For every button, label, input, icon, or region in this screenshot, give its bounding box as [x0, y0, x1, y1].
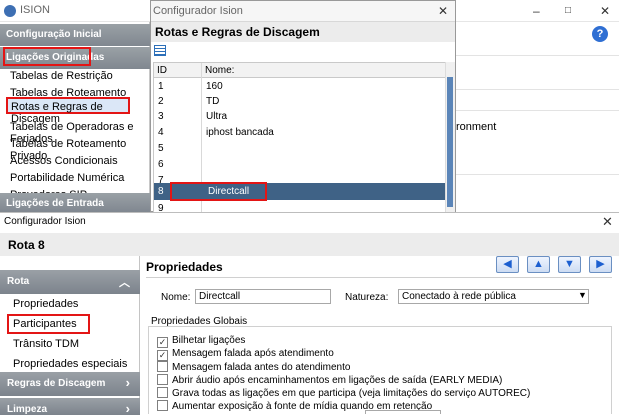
row-id: 5	[158, 143, 164, 154]
nav-section-dial-rules-label: Regras de Discagem	[7, 378, 106, 389]
nav-section-cleanup-label: Limpeza	[7, 404, 48, 415]
column-header-id[interactable]: ID	[154, 63, 202, 78]
partial-input-field[interactable]	[365, 410, 441, 414]
page-title: Rota 8	[0, 233, 619, 256]
highlight-box	[7, 314, 90, 334]
option-autorec[interactable]: Grava todas as ligações em que participa…	[157, 387, 530, 399]
row-name: Ultra	[206, 111, 228, 122]
routes-dialog-title-bar: Configurador Ision ✕	[151, 1, 455, 22]
checkbox[interactable]	[157, 387, 168, 398]
divider	[456, 89, 619, 90]
maximize-icon[interactable]: □	[565, 5, 571, 16]
sidebar-item-routes-dial-rules[interactable]: Rotas e Regras de Discagem	[6, 97, 130, 125]
highlight-box	[3, 47, 91, 66]
option-bill-calls[interactable]: ✓ Bilhetar ligações	[157, 335, 245, 348]
row-id: 4	[158, 127, 164, 138]
up-button[interactable]: ▲	[527, 256, 550, 273]
nature-select[interactable]: Conectado à rede pública	[398, 289, 589, 304]
row-id: 2	[158, 96, 164, 107]
help-icon[interactable]: ?	[592, 26, 608, 42]
main-sidebar: Configuração Inicial Ligações Originadas…	[0, 22, 150, 212]
checkbox-checked[interactable]: ✓	[157, 350, 168, 361]
checkbox[interactable]	[157, 361, 168, 372]
option-label: Bilhetar ligações	[172, 335, 246, 346]
row-id: 8	[158, 186, 164, 197]
table-icon[interactable]	[154, 45, 166, 56]
sidebar-item-restriction-tables[interactable]: Tabelas de Restrição	[10, 70, 113, 82]
routes-dialog-title: Configurador Ision	[153, 5, 243, 17]
row-name: iphost bancada	[206, 127, 274, 138]
nav-section-route-label: Rota	[7, 276, 30, 287]
option-label: Abrir áudio após encaminhamentos em liga…	[172, 375, 503, 386]
main-content-area	[456, 22, 619, 212]
divider	[456, 55, 619, 56]
checkbox[interactable]	[157, 400, 168, 411]
routes-dialog-header: Rotas e Regras de Discagem	[151, 22, 455, 42]
option-label: Mensagem falada após atendimento	[172, 348, 334, 359]
option-message-before-answer[interactable]: Mensagem falada antes do atendimento	[157, 361, 350, 373]
ision-logo-icon	[4, 5, 16, 17]
close-icon[interactable]: ✕	[438, 4, 448, 18]
nav-item-special-properties[interactable]: Propriedades especiais	[13, 358, 127, 370]
main-window-title: ISION	[20, 4, 50, 16]
option-label: Mensagem falada antes do atendimento	[172, 362, 351, 373]
column-header-name[interactable]: Nome:	[202, 63, 446, 78]
routes-dialog: Configurador Ision ✕ Rotas e Regras de D…	[150, 0, 456, 213]
row-id: 1	[158, 81, 164, 92]
nav-item-properties[interactable]: Propriedades	[13, 298, 78, 310]
name-label: Nome:	[161, 292, 191, 303]
main-window: ISION – □ ✕ Configuração Inicial Ligaçõe…	[0, 0, 619, 213]
row-id: 6	[158, 159, 164, 170]
truncated-text: ronment	[456, 121, 497, 133]
close-icon[interactable]: ✕	[600, 4, 610, 18]
divider	[456, 110, 619, 111]
nav-section-route[interactable]: Rota ︿	[0, 270, 140, 294]
chevron-right-icon: ›	[125, 375, 130, 390]
chevron-up-icon: ︿	[119, 277, 130, 289]
divider	[456, 174, 619, 175]
option-label: Grava todas as ligações em que participa…	[172, 388, 531, 399]
route-window-title: Configurador Ision	[4, 216, 86, 227]
close-icon[interactable]: ✕	[602, 214, 613, 230]
option-message-after-answer[interactable]: ✓ Mensagem falada após atendimento	[157, 348, 334, 361]
name-field[interactable]: Directcall	[195, 289, 331, 304]
divider	[146, 277, 612, 278]
sidebar-item-number-portability[interactable]: Portabilidade Numérica	[10, 172, 124, 184]
minimize-icon[interactable]: –	[533, 4, 540, 18]
option-early-media[interactable]: Abrir áudio após encaminhamentos em liga…	[157, 374, 502, 386]
next-button[interactable]: ▶	[589, 256, 612, 273]
sidebar-section-incoming-calls[interactable]: Ligações de Entrada	[0, 193, 150, 212]
route-sidebar: Rota ︿ Propriedades Participantes Trânsi…	[0, 256, 140, 416]
routes-table: ID Nome: 1 160 2 TD 3 Ultra 4 iphost ban…	[153, 62, 447, 213]
row-name: TD	[206, 96, 220, 107]
dropdown-arrow-icon[interactable]: ▼	[578, 290, 587, 300]
row-id: 3	[158, 111, 164, 122]
nav-section-dial-rules[interactable]: Regras de Discagem ›	[0, 372, 140, 396]
section-title: Propriedades	[146, 260, 223, 274]
down-button[interactable]: ▼	[558, 256, 581, 273]
nature-label: Natureza:	[345, 292, 389, 303]
row-name: 160	[206, 81, 223, 92]
highlight-box	[170, 182, 267, 201]
previous-button[interactable]: ◀	[496, 256, 519, 273]
nav-section-cleanup[interactable]: Limpeza ›	[0, 398, 140, 416]
scrollbar-thumb[interactable]	[447, 77, 453, 207]
route-window-title-bar: Configurador Ision ✕	[0, 213, 619, 233]
checkbox-checked[interactable]: ✓	[157, 337, 168, 348]
nav-item-tdm-transit[interactable]: Trânsito TDM	[13, 338, 79, 350]
checkbox[interactable]	[157, 374, 168, 385]
sidebar-section-initial-config[interactable]: Configuração Inicial	[0, 24, 150, 46]
sidebar-item-conditional-access[interactable]: Acessos Condicionais	[10, 155, 118, 167]
